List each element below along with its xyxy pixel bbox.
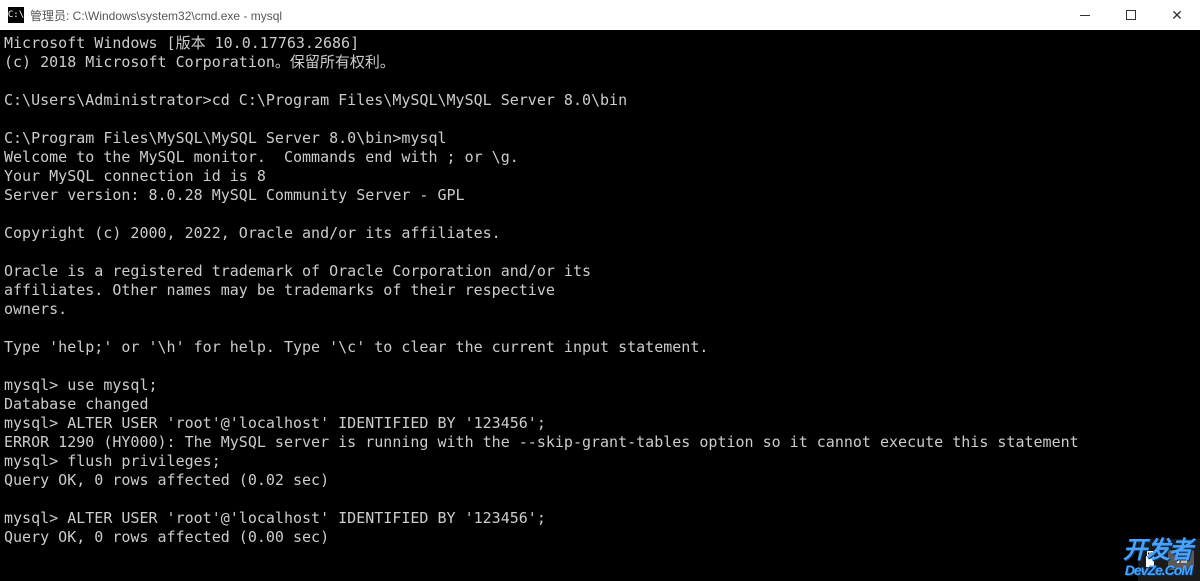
maximize-icon [1126, 10, 1136, 20]
terminal-line: Query OK, 0 rows affected (0.00 sec) [4, 528, 329, 546]
usb-tray-icon[interactable] [1138, 539, 1162, 581]
vm-tray-icon[interactable]: vm [1168, 550, 1194, 570]
terminal-line: Welcome to the MySQL monitor. Commands e… [4, 148, 519, 166]
terminal-line: mysql> ALTER USER 'root'@'localhost' IDE… [4, 509, 546, 527]
minimize-icon [1080, 15, 1090, 16]
terminal-line: Copyright (c) 2000, 2022, Oracle and/or … [4, 224, 501, 242]
cmd-icon: C:\ [8, 7, 24, 23]
usb-icon [1143, 551, 1157, 569]
close-button[interactable]: ✕ [1154, 0, 1200, 30]
terminal-line: C:\Program Files\MySQL\MySQL Server 8.0\… [4, 129, 447, 147]
window-title: 管理员: C:\Windows\system32\cmd.exe - mysql [30, 7, 1062, 24]
taskbar-tray: vm [1138, 539, 1200, 581]
minimize-button[interactable] [1062, 0, 1108, 30]
terminal-line: Your MySQL connection id is 8 [4, 167, 266, 185]
terminal-line: ERROR 1290 (HY000): The MySQL server is … [4, 433, 1079, 451]
terminal-line: mysql> use mysql; [4, 376, 158, 394]
terminal-line: Query OK, 0 rows affected (0.02 sec) [4, 471, 329, 489]
terminal-line: mysql> ALTER USER 'root'@'localhost' IDE… [4, 414, 546, 432]
terminal-line: Type 'help;' or '\h' for help. Type '\c'… [4, 338, 708, 356]
terminal-line: C:\Users\Administrator>cd C:\Program Fil… [4, 91, 627, 109]
window-controls: ✕ [1062, 0, 1200, 30]
terminal-line: Oracle is a registered trademark of Orac… [4, 262, 591, 280]
terminal-line: mysql> flush privileges; [4, 452, 221, 470]
terminal-line: owners. [4, 300, 67, 318]
window-titlebar: C:\ 管理员: C:\Windows\system32\cmd.exe - m… [0, 0, 1200, 30]
maximize-button[interactable] [1108, 0, 1154, 30]
terminal-line: affiliates. Other names may be trademark… [4, 281, 555, 299]
terminal-line: (c) 2018 Microsoft Corporation。保留所有权利。 [4, 53, 395, 71]
close-icon: ✕ [1171, 7, 1183, 24]
terminal-line: Microsoft Windows [版本 10.0.17763.2686] [4, 34, 359, 52]
terminal-line: Server version: 8.0.28 MySQL Community S… [4, 186, 465, 204]
terminal-line: Database changed [4, 395, 149, 413]
terminal-output[interactable]: Microsoft Windows [版本 10.0.17763.2686] (… [0, 30, 1200, 547]
